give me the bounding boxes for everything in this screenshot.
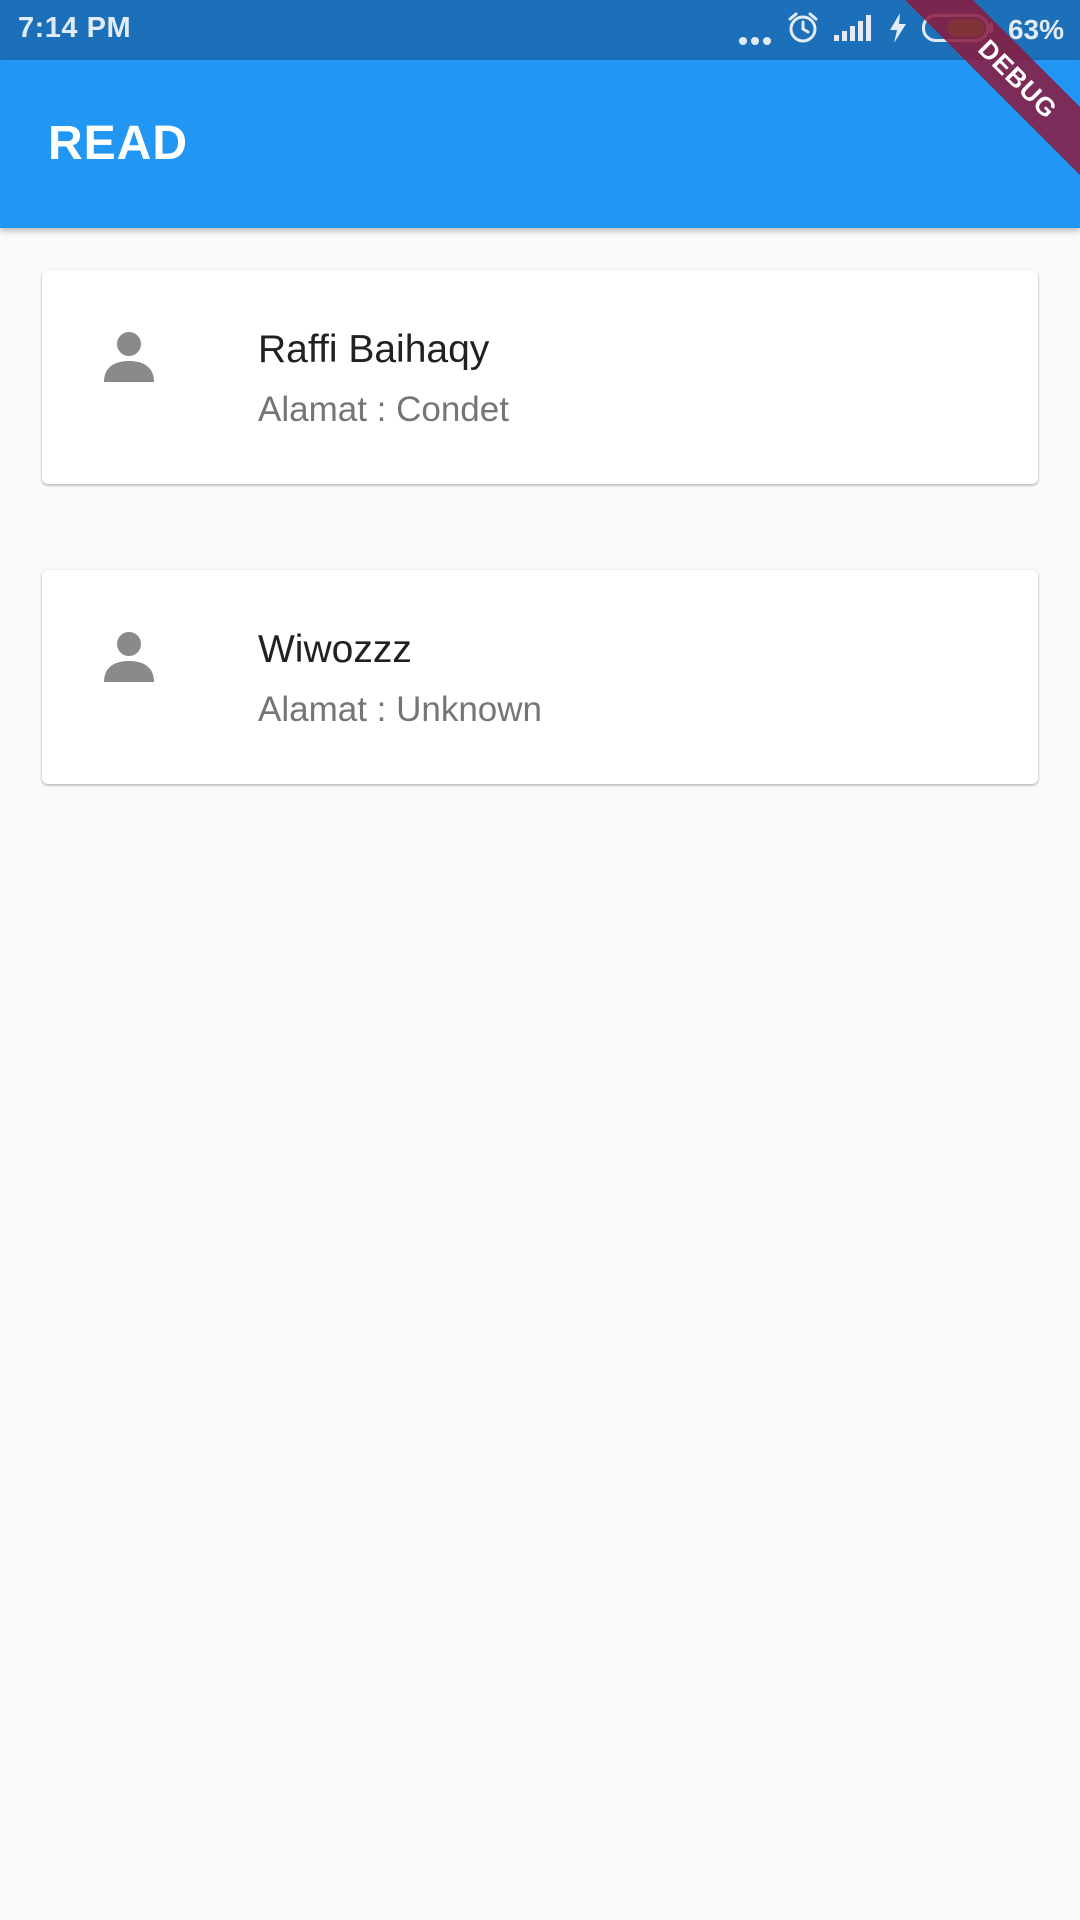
contact-card[interactable]: Raffi Baihaqy Alamat : Condet bbox=[42, 270, 1038, 484]
contact-name: Wiwozzz bbox=[258, 628, 412, 671]
person-icon bbox=[100, 328, 158, 386]
status-time: 7:14 PM bbox=[18, 12, 132, 44]
contact-card[interactable]: Wiwozzz Alamat : Unknown bbox=[42, 570, 1038, 784]
app-bar: READ bbox=[0, 60, 1080, 228]
page-title: READ bbox=[48, 117, 189, 170]
status-bar: 7:14 PM 63% bbox=[0, 0, 1080, 60]
alarm-icon bbox=[786, 11, 820, 50]
contact-address: Alamat : Condet bbox=[258, 390, 509, 429]
signal-icon bbox=[833, 14, 874, 46]
more-dots-icon bbox=[738, 33, 772, 45]
battery-icon bbox=[921, 13, 994, 48]
contact-name: Raffi Baihaqy bbox=[258, 328, 490, 371]
status-icons: 63% bbox=[738, 0, 1064, 60]
battery-percent: 63% bbox=[1007, 14, 1064, 45]
contact-address: Alamat : Unknown bbox=[258, 690, 543, 729]
person-icon bbox=[100, 628, 158, 686]
charging-icon bbox=[888, 12, 908, 48]
